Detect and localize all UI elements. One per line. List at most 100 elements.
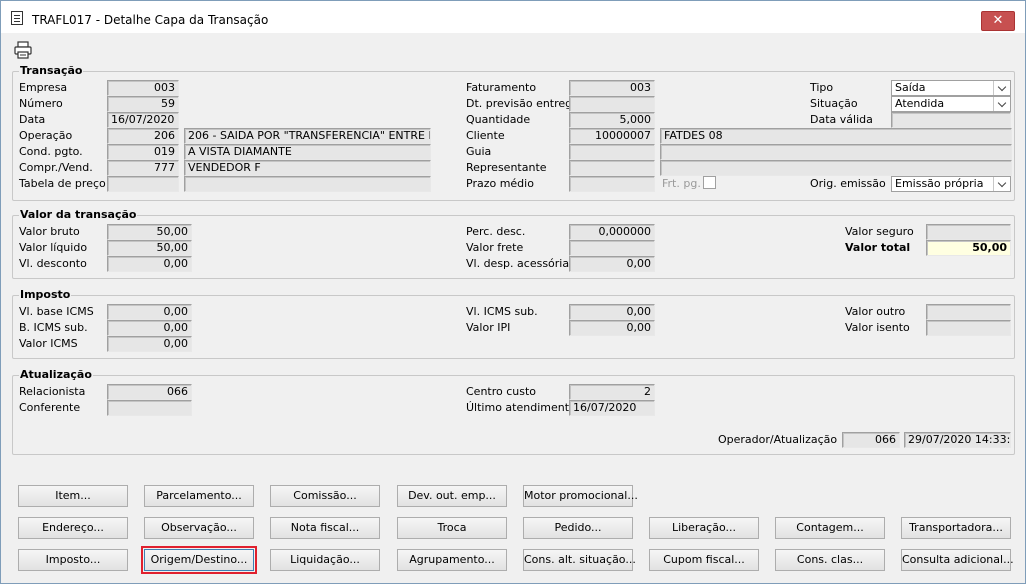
label-valor-ipi: Valor IPI (466, 321, 511, 334)
field-vl-desconto[interactable]: 0,00 (107, 256, 192, 272)
field-b-icms-sub[interactable]: 0,00 (107, 320, 192, 336)
field-valor-frete[interactable] (569, 240, 655, 256)
motor-promocional-button[interactable]: Motor promocional... (523, 485, 638, 507)
dev-out-emp-button[interactable]: Dev. out. emp... (397, 485, 507, 507)
orig-emissao-value: Emissão própria (895, 177, 984, 190)
label-valor-liquido: Valor líquido (19, 241, 88, 254)
label-representante: Representante (466, 161, 547, 174)
field-operacao-desc: 206 - SAIDA POR "TRANSFERENCIA" ENTRE FI… (184, 128, 431, 144)
field-representante-desc (660, 160, 1012, 176)
printer-icon[interactable] (13, 41, 33, 59)
field-valor-outro[interactable] (926, 304, 1011, 320)
field-tabela-preco[interactable] (107, 176, 179, 192)
cons-clas-button[interactable]: Cons. clas... (775, 549, 885, 571)
tipo-value: Saída (895, 81, 926, 94)
label-cliente: Cliente (466, 129, 505, 142)
field-valor-isento[interactable] (926, 320, 1011, 336)
field-cliente-desc: FATDES 08 (660, 128, 1012, 144)
pedido-button[interactable]: Pedido... (523, 517, 633, 539)
cupom-fiscal-button[interactable]: Cupom fiscal... (649, 549, 759, 571)
imposto-button[interactable]: Imposto... (18, 549, 128, 571)
field-cond-pgto-desc: A VISTA DIAMANTE (184, 144, 431, 160)
field-empresa[interactable]: 003 (107, 80, 179, 96)
field-guia-desc (660, 144, 1012, 160)
label-operacao: Operação (19, 129, 73, 142)
transportadora-button[interactable]: Transportadora... (901, 517, 1011, 539)
main-window: TRAFL017 - Detalhe Capa da Transação ✕ T… (0, 0, 1026, 584)
group-title-valor: Valor da transação (19, 208, 138, 221)
field-prazo-medio[interactable] (569, 176, 655, 192)
field-valor-ipi[interactable]: 0,00 (569, 320, 655, 336)
field-guia[interactable] (569, 144, 655, 160)
label-tipo: Tipo (810, 81, 834, 94)
field-representante[interactable] (569, 160, 655, 176)
label-faturamento: Faturamento (466, 81, 537, 94)
endereco-button[interactable]: Endereço... (18, 517, 128, 539)
field-data-valida[interactable] (891, 112, 1011, 128)
field-conferente[interactable] (107, 400, 192, 416)
origem-destino-button[interactable]: Origem/Destino... (141, 546, 257, 574)
label-operador: Operador/Atualização (718, 433, 838, 446)
field-vl-base-icms[interactable]: 0,00 (107, 304, 192, 320)
field-valor-seguro[interactable] (926, 224, 1011, 240)
field-quantidade[interactable]: 5,000 (569, 112, 655, 128)
situacao-select[interactable]: Atendida (891, 96, 1011, 112)
field-valor-bruto[interactable]: 50,00 (107, 224, 192, 240)
label-b-icms-sub: B. ICMS sub. (19, 321, 88, 334)
field-vl-icms-sub[interactable]: 0,00 (569, 304, 655, 320)
label-ultimo-atendimento: Último atendimento (466, 401, 576, 414)
field-operacao[interactable]: 206 (107, 128, 179, 144)
comissao-button[interactable]: Comissão... (270, 485, 380, 507)
frt-pg-checkbox[interactable] (703, 176, 716, 189)
label-vl-desp-acessoria: Vl. desp. acessória (466, 257, 570, 270)
field-operador[interactable]: 066 (842, 432, 900, 448)
field-relacionista[interactable]: 066 (107, 384, 192, 400)
cons-alt-situacao-button[interactable]: Cons. alt. situação... (523, 549, 636, 571)
label-numero: Número (19, 97, 63, 110)
label-guia: Guia (466, 145, 492, 158)
label-valor-bruto: Valor bruto (19, 225, 80, 238)
orig-emissao-select[interactable]: Emissão própria (891, 176, 1011, 192)
label-quantidade: Quantidade (466, 113, 531, 126)
close-button[interactable]: ✕ (981, 11, 1015, 31)
field-data[interactable]: 16/07/2020 (107, 112, 179, 128)
field-valor-total[interactable]: 50,00 (926, 240, 1011, 256)
item-button[interactable]: Item... (18, 485, 128, 507)
field-valor-icms[interactable]: 0,00 (107, 336, 192, 352)
nota-fiscal-button[interactable]: Nota fiscal... (270, 517, 380, 539)
parcelamento-button[interactable]: Parcelamento... (144, 485, 254, 507)
field-valor-liquido[interactable]: 50,00 (107, 240, 192, 256)
label-vl-base-icms: Vl. base ICMS (19, 305, 94, 318)
liquidacao-button[interactable]: Liquidação... (270, 549, 380, 571)
troca-button[interactable]: Troca (397, 517, 507, 539)
label-data-valida: Data válida (810, 113, 873, 126)
field-dt-previsao[interactable] (569, 96, 655, 112)
field-compr-vend[interactable]: 777 (107, 160, 179, 176)
label-valor-total: Valor total (845, 241, 911, 254)
label-valor-outro: Valor outro (845, 305, 906, 318)
label-valor-isento: Valor isento (845, 321, 910, 334)
group-title-atualizacao: Atualização (19, 368, 93, 381)
consulta-adicional-button[interactable]: Consulta adicional... (901, 549, 1014, 571)
agrupamento-button[interactable]: Agrupamento... (397, 549, 507, 571)
field-vl-desp-acessoria[interactable]: 0,00 (569, 256, 655, 272)
chevron-down-icon (993, 81, 1010, 95)
label-conferente: Conferente (19, 401, 81, 414)
liberacao-button[interactable]: Liberação... (649, 517, 759, 539)
field-numero[interactable]: 59 (107, 96, 179, 112)
contagem-button[interactable]: Contagem... (775, 517, 885, 539)
chevron-down-icon (993, 177, 1010, 191)
label-orig-emissao: Orig. emissão (810, 177, 886, 190)
field-centro-custo[interactable]: 2 (569, 384, 655, 400)
field-cond-pgto[interactable]: 019 (107, 144, 179, 160)
field-faturamento[interactable]: 003 (569, 80, 655, 96)
group-title-transacao: Transação (19, 64, 84, 77)
field-perc-desc[interactable]: 0,000000 (569, 224, 655, 240)
field-operador-datetime[interactable]: 29/07/2020 14:33:27 (904, 432, 1011, 448)
label-perc-desc: Perc. desc. (466, 225, 526, 238)
observacao-button[interactable]: Observação... (144, 517, 254, 539)
field-cliente[interactable]: 10000007 (569, 128, 655, 144)
tipo-select[interactable]: Saída (891, 80, 1011, 96)
field-ultimo-atendimento[interactable]: 16/07/2020 (569, 400, 655, 416)
label-centro-custo: Centro custo (466, 385, 537, 398)
